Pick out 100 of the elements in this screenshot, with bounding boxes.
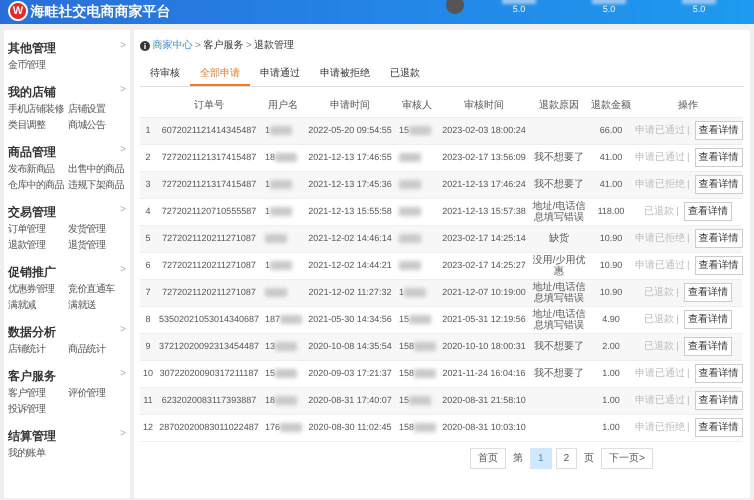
status-text: 申请已通过 — [635, 125, 685, 136]
blurred-text — [414, 422, 436, 432]
table-cell: 1 — [399, 286, 404, 297]
sidebar-link[interactable]: 店铺设置 — [68, 103, 126, 116]
sidebar-link[interactable]: 退款管理 — [8, 239, 66, 252]
section-title[interactable]: 数据分析 — [8, 324, 56, 340]
sidebar-link[interactable]: 商品统计 — [68, 343, 126, 356]
table-cell: 2021-12-02 14:44:21 — [304, 252, 396, 279]
sidebar-link[interactable]: 发货管理 — [68, 223, 126, 236]
table-cell: 2023-02-03 18:00:24 — [438, 117, 530, 144]
section-title[interactable]: 客户服务 — [8, 368, 56, 384]
sidebar-link[interactable]: 投诉管理 — [8, 403, 66, 416]
details-button[interactable]: 查看详情 — [684, 283, 732, 302]
table-cell: 2020-08-30 11:02:45 — [304, 414, 396, 441]
table-cell: 我不想要了 — [534, 179, 584, 190]
page-label: 页 — [584, 452, 594, 466]
page-label: 第 — [513, 452, 523, 466]
status-text: 申请已通过 — [635, 368, 685, 379]
separator: | — [687, 152, 690, 163]
first-page-button[interactable]: 首页 — [470, 448, 506, 468]
separator: | — [687, 368, 690, 379]
table-cell: 2021-11-24 16:04:16 — [438, 360, 530, 387]
sidebar-link[interactable]: 类目调整 — [8, 119, 66, 132]
table-cell: 1.00 — [588, 414, 634, 441]
avatar[interactable] — [446, 0, 464, 14]
sidebar-link[interactable]: 仓库中的商品 — [8, 179, 66, 192]
separator: | — [676, 314, 679, 325]
sidebar-link[interactable]: 客户管理 — [8, 387, 66, 400]
table-cell: 7272021120211271087 — [156, 279, 262, 306]
table-cell: 53502021053014340687 — [156, 306, 262, 333]
blurred-text — [275, 342, 298, 351]
sidebar-link[interactable]: 满就送 — [68, 299, 126, 312]
tab[interactable]: 已退款 — [380, 63, 430, 86]
status-text: 已退款 — [644, 314, 674, 325]
tab[interactable]: 申请通过 — [250, 63, 310, 86]
sidebar-link[interactable]: 违规下架商品 — [68, 179, 126, 192]
sidebar-link[interactable]: 退货管理 — [68, 239, 126, 252]
tab[interactable]: 待审核 — [140, 63, 190, 86]
sidebar-link[interactable]: 订单管理 — [8, 223, 66, 236]
table-cell: 1 — [265, 206, 270, 216]
section-title[interactable]: 其他管理 — [8, 40, 56, 56]
next-page-button[interactable]: 下一页> — [601, 448, 653, 468]
sidebar-link[interactable]: 金币管理 — [8, 59, 66, 72]
section-title[interactable]: 商品管理 — [8, 144, 56, 160]
blurred-text — [414, 342, 436, 351]
table-cell: 2020-08-31 17:40:07 — [304, 387, 396, 414]
table-cell: 2021-12-13 17:46:24 — [438, 171, 530, 198]
table-cell: 地址/电话信息填写错误 — [532, 308, 586, 330]
details-button[interactable]: 查看详情 — [694, 229, 743, 248]
separator: | — [676, 341, 679, 352]
sidebar-link[interactable]: 评价管理 — [68, 387, 126, 400]
sidebar-link[interactable]: 优惠券管理 — [8, 283, 66, 296]
status-text: 申请已通过 — [635, 152, 685, 163]
section-title[interactable]: 交易管理 — [8, 204, 56, 220]
table-cell: 12 — [140, 414, 156, 441]
sidebar-link[interactable]: 竞价直通车 — [68, 283, 126, 296]
table-cell: 7272021120211271087 — [156, 252, 262, 279]
breadcrumb-link[interactable]: 商家中心 — [152, 38, 192, 53]
sidebar-link[interactable]: 发布新商品 — [8, 163, 66, 176]
column-header: 退款原因 — [530, 95, 588, 117]
blurred-text — [280, 422, 302, 432]
section-title[interactable]: 促销推广 — [8, 264, 56, 280]
tab[interactable]: 申请被拒绝 — [310, 63, 380, 86]
details-button[interactable]: 查看详情 — [684, 202, 732, 221]
table-cell: 10.90 — [588, 252, 634, 279]
blurred-text — [265, 234, 287, 243]
table-cell: 41.00 — [588, 144, 634, 171]
sidebar-link[interactable]: 我的账单 — [8, 447, 66, 460]
details-button[interactable]: 查看详情 — [694, 364, 743, 383]
sidebar-link[interactable]: 店铺统计 — [8, 343, 66, 356]
details-button[interactable]: 查看详情 — [694, 148, 743, 167]
table-cell: 18 — [265, 394, 276, 405]
table-cell: 1.00 — [588, 387, 634, 414]
sidebar-link[interactable]: 商城公告 — [68, 119, 126, 132]
sidebar-link[interactable]: 满就减 — [8, 299, 66, 312]
breadcrumb-item: 退款管理 — [254, 38, 294, 53]
details-button[interactable]: 查看详情 — [694, 418, 743, 437]
status-text: 申请已通过 — [635, 395, 685, 406]
details-button[interactable]: 查看详情 — [684, 337, 732, 356]
details-button[interactable]: 查看详情 — [684, 310, 732, 329]
table-cell: 30722020090317211187 — [156, 360, 262, 387]
table-cell: 1.00 — [588, 360, 634, 387]
table-cell: 2.00 — [588, 333, 634, 360]
details-button[interactable]: 查看详情 — [694, 256, 743, 275]
sidebar-link[interactable]: 出售中的商品 — [68, 163, 126, 176]
table-cell: 我不想要了 — [534, 152, 584, 163]
info-icon — [140, 40, 150, 50]
table-cell: 6072021121414345487 — [156, 117, 262, 144]
section-title[interactable]: 我的店铺 — [8, 84, 56, 100]
details-button[interactable]: 查看详情 — [694, 121, 743, 140]
sidebar-link[interactable]: 手机店铺装修 — [8, 103, 66, 116]
table-cell: 2023-02-17 14:25:14 — [438, 225, 530, 252]
details-button[interactable]: 查看详情 — [694, 175, 743, 194]
table-cell: 7272021121317415487 — [156, 144, 262, 171]
section-title[interactable]: 结算管理 — [8, 428, 56, 444]
page-button[interactable]: 2 — [556, 448, 578, 468]
status-text: 已退款 — [644, 206, 674, 217]
details-button[interactable]: 查看详情 — [694, 391, 743, 410]
table-cell: 2021-12-02 11:27:32 — [304, 279, 396, 306]
table-cell: 2022-05-20 09:54:55 — [304, 117, 396, 144]
